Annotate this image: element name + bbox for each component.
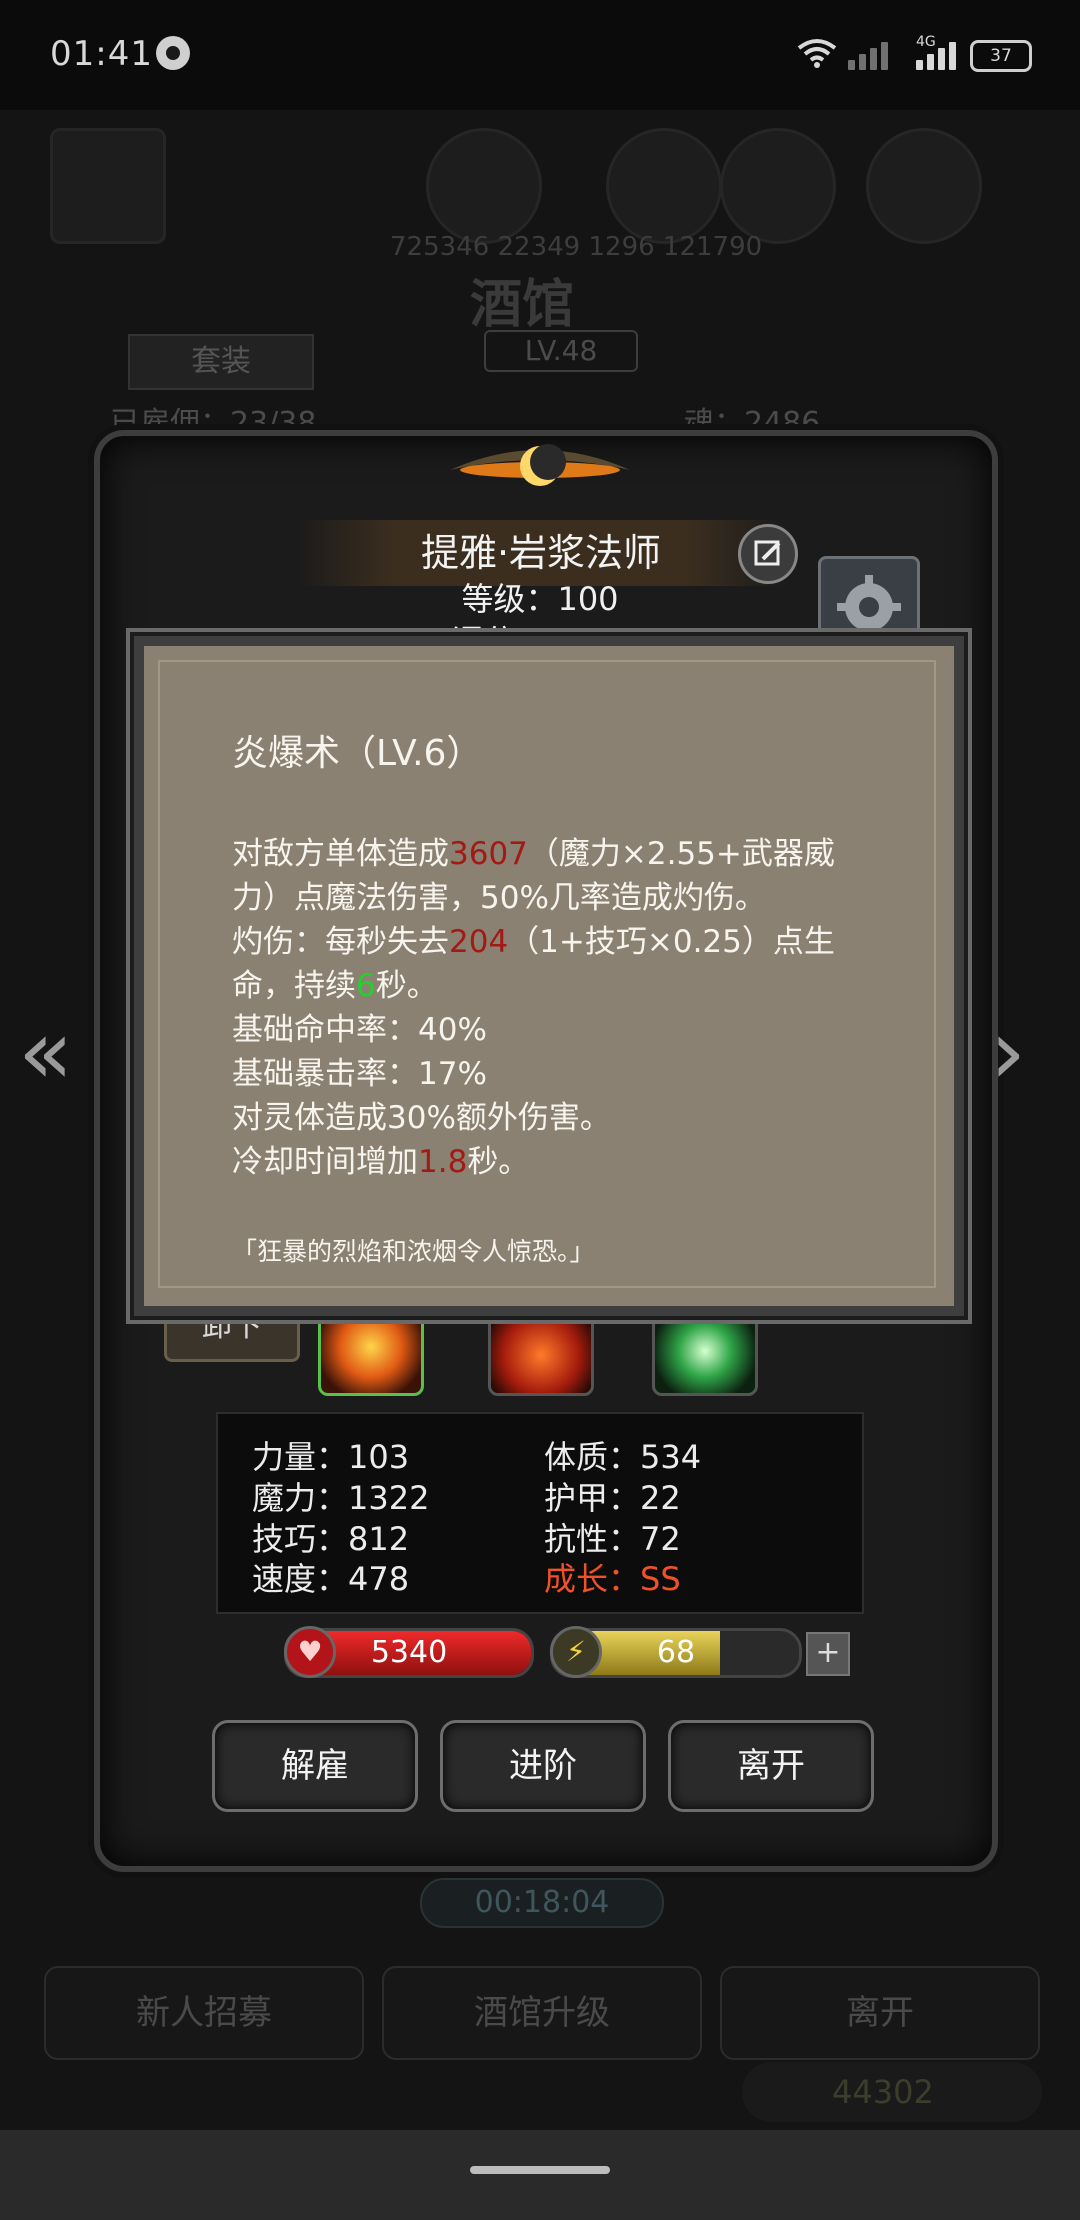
refresh-timer: 00:18:04	[420, 1878, 664, 1928]
pencil-icon	[754, 540, 781, 566]
stat-magic: 魔力：1322	[252, 1479, 430, 1517]
lightning-icon: ⚡	[550, 1626, 602, 1678]
tavern-level: LV.48	[484, 330, 638, 372]
resource-icon	[426, 128, 542, 244]
stat-armor: 护甲：22	[544, 1479, 681, 1517]
recruit-button[interactable]: 新人招募	[44, 1966, 364, 2060]
next-hero-arrow-icon[interactable]: ›	[990, 1000, 1026, 1105]
skill-popup-frame: 炎爆术（LV.6） 对敌方单体造成3607（魔力×2.55+武器威 力）点魔法伤…	[158, 660, 936, 1288]
hero-portrait-icon	[50, 128, 166, 244]
skill-info-popup: 炎爆术（LV.6） 对敌方单体造成3607（魔力×2.55+武器威 力）点魔法伤…	[134, 636, 964, 1316]
leave-tavern-button[interactable]: 离开	[720, 1966, 1040, 2060]
advance-button[interactable]: 进阶	[440, 1720, 646, 1812]
status-bar: 01:41 4G 37	[0, 0, 1080, 110]
wifi-icon	[797, 38, 837, 76]
fireblast-skill-icon[interactable]	[318, 1306, 424, 1396]
page-title: 酒馆	[470, 275, 575, 335]
signal-icon	[916, 36, 968, 70]
notification-icon	[156, 36, 190, 70]
home-indicator[interactable]	[470, 2166, 610, 2174]
stat-strength: 力量：103	[252, 1438, 410, 1476]
leave-button[interactable]: 离开	[668, 1720, 874, 1812]
flame-skill-icon[interactable]	[488, 1306, 594, 1396]
skill-desc-line: 基础命中率：40%	[232, 1012, 487, 1048]
resource-icon	[866, 128, 982, 244]
gold-amount: 44302	[742, 2062, 1042, 2122]
skill-flavor-text: 「狂暴的烈焰和浓烟令人惊恐。」	[232, 1237, 595, 1266]
system-navigation-bar	[0, 2130, 1080, 2220]
set-tab[interactable]: 套装	[128, 334, 314, 390]
skill-desc-line: 冷却时间增加1.8秒。	[232, 1144, 530, 1180]
skill-title: 炎爆术（LV.6）	[232, 733, 483, 774]
skill-desc-line: 命，持续6秒。	[232, 968, 438, 1004]
skill-desc-line: 力）点魔法伤害，50%几率造成灼伤。	[232, 880, 766, 916]
resource-icon	[606, 128, 722, 244]
stat-speed: 速度：478	[252, 1560, 410, 1598]
resource-values: 725346 22349 1296 121790	[390, 232, 763, 262]
skill-desc-line: 对灵体造成30%额外伤害。	[232, 1100, 611, 1136]
hero-name: 提雅·岩浆法师	[420, 531, 662, 575]
heart-icon: ♥	[284, 1626, 336, 1678]
upgrade-tavern-button[interactable]: 酒馆升级	[382, 1966, 702, 2060]
duration-value: 6	[356, 968, 376, 1004]
green-flame-skill-icon[interactable]	[652, 1306, 758, 1396]
clock: 01:41	[50, 34, 153, 74]
previous-hero-arrow-icon[interactable]: «	[18, 1000, 73, 1105]
stat-growth: 成长：SS	[544, 1560, 681, 1598]
stats-panel: 力量：103 体质：534 魔力：1322 护甲：22 技巧：812 抗性：72…	[216, 1412, 864, 1614]
cooldown-value: 1.8	[418, 1144, 468, 1180]
burn-value: 204	[449, 924, 509, 960]
skill-desc-line: 灼伤：每秒失去204（1+技巧×0.25）点生	[232, 924, 835, 960]
add-energy-button[interactable]: +	[806, 1632, 850, 1676]
damage-value: 3607	[449, 836, 528, 872]
stat-constitution: 体质：534	[544, 1438, 702, 1476]
moon-crest-icon	[440, 430, 640, 500]
resource-icon	[720, 128, 836, 244]
dismiss-button[interactable]: 解雇	[212, 1720, 418, 1812]
skill-desc-line: 对敌方单体造成3607（魔力×2.55+武器威	[232, 836, 835, 872]
signal-icon	[848, 36, 900, 70]
skill-desc-line: 基础暴击率：17%	[232, 1056, 487, 1092]
battery-icon: 37	[970, 40, 1032, 72]
